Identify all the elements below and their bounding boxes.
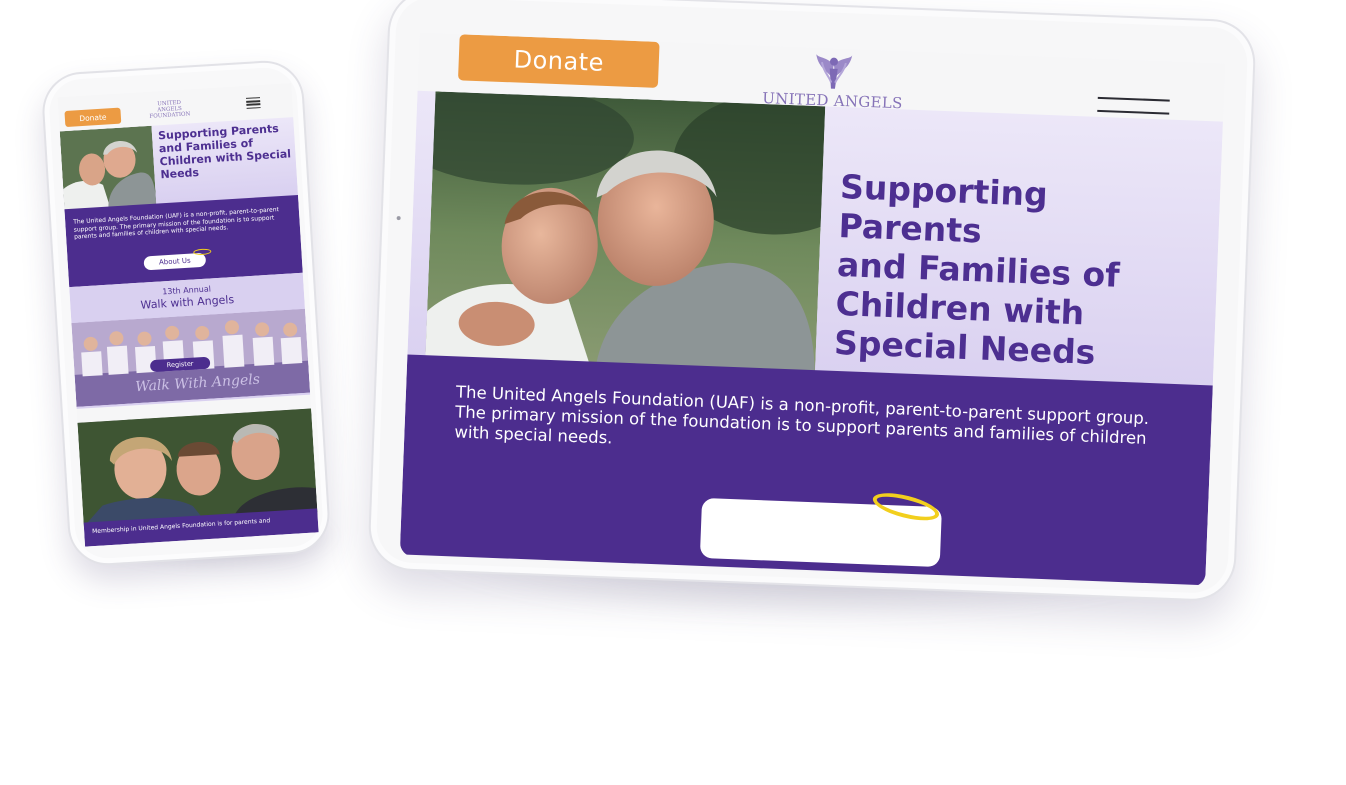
hero-photo [424,91,826,389]
phone-screen: Donate UNITED ANGELS FOUNDATION Supporti… [57,83,319,547]
hero-headline: Supporting Parents and Families of Child… [157,122,292,182]
about-us-button[interactable]: About Us [143,252,207,271]
tablet-device: Donate UNITED ANGELS FOUNDATION [367,0,1257,603]
about-section: The United Angels Foundation (UAF) is a … [399,354,1213,586]
about-text: The United Angels Foundation (UAF) is a … [73,206,280,241]
united-angels-logo[interactable]: UNITED ANGELS FOUNDATION [144,99,195,120]
donate-button[interactable]: Donate [457,34,660,88]
family-photo [77,408,318,527]
hamburger-menu-icon[interactable] [245,97,261,109]
phone-frame: Donate UNITED ANGELS FOUNDATION Supporti… [40,58,332,568]
angel-logo-icon [816,53,853,89]
tablet-screen: Donate UNITED ANGELS FOUNDATION [399,32,1226,588]
about-text: The United Angels Foundation (UAF) is a … [454,382,1150,448]
walk-section: 13th Annual Walk with Angels Register Wa… [69,272,311,409]
tablet-frame: Donate UNITED ANGELS FOUNDATION [367,0,1257,603]
camera-dot [396,216,401,221]
hero-section: Supporting Parents and Families of Child… [406,90,1223,404]
halo-icon [193,248,212,256]
hero-headline: Supporting Parents and Families of Child… [833,167,1121,372]
hero-photo [59,125,157,212]
donate-button[interactable]: Donate [64,107,122,128]
about-section: The United Angels Foundation (UAF) is a … [64,194,303,288]
phone-device: Donate UNITED ANGELS FOUNDATION Supporti… [40,58,332,568]
